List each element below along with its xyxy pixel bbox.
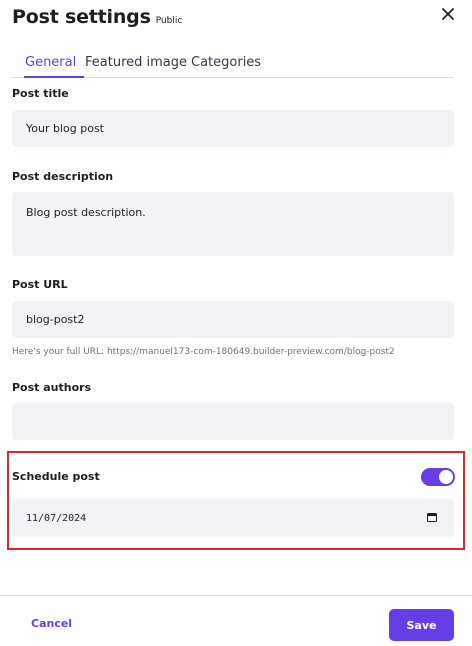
cancel-button[interactable]: Cancel: [31, 617, 72, 630]
tab-categories[interactable]: Categories: [191, 55, 261, 70]
post-url-label: Post URL: [12, 278, 68, 291]
active-tab-indicator: [24, 76, 84, 78]
dialog-header: Post settings Public: [12, 6, 182, 28]
close-icon[interactable]: [440, 6, 456, 22]
page-title: Post settings: [12, 6, 151, 28]
toggle-knob: [439, 470, 453, 484]
post-description-label: Post description: [12, 170, 114, 183]
footer-divider: [0, 595, 472, 596]
schedule-date-input[interactable]: 11/07/2024: [12, 499, 454, 537]
post-title-label: Post title: [12, 87, 69, 100]
post-authors-label: Post authors: [12, 381, 92, 394]
post-description-textarea[interactable]: Blog post description.: [12, 192, 454, 256]
calendar-icon[interactable]: [427, 512, 437, 522]
schedule-post-toggle[interactable]: [421, 468, 455, 486]
post-url-input[interactable]: blog-post2: [12, 301, 454, 338]
post-authors-input[interactable]: [12, 403, 454, 440]
schedule-date-value: 11/07/2024: [26, 512, 87, 524]
visibility-badge: Public: [155, 16, 183, 26]
tab-featured-image[interactable]: Featured image: [85, 55, 187, 70]
tab-general[interactable]: General: [25, 55, 76, 70]
tab-bar: General Featured image Categories: [12, 55, 454, 78]
save-button[interactable]: Save: [389, 609, 454, 641]
full-url-hint: Here's your full URL: https://manuel173-…: [12, 347, 395, 357]
post-title-input[interactable]: Your blog post: [12, 110, 454, 147]
schedule-post-label: Schedule post: [12, 470, 100, 483]
